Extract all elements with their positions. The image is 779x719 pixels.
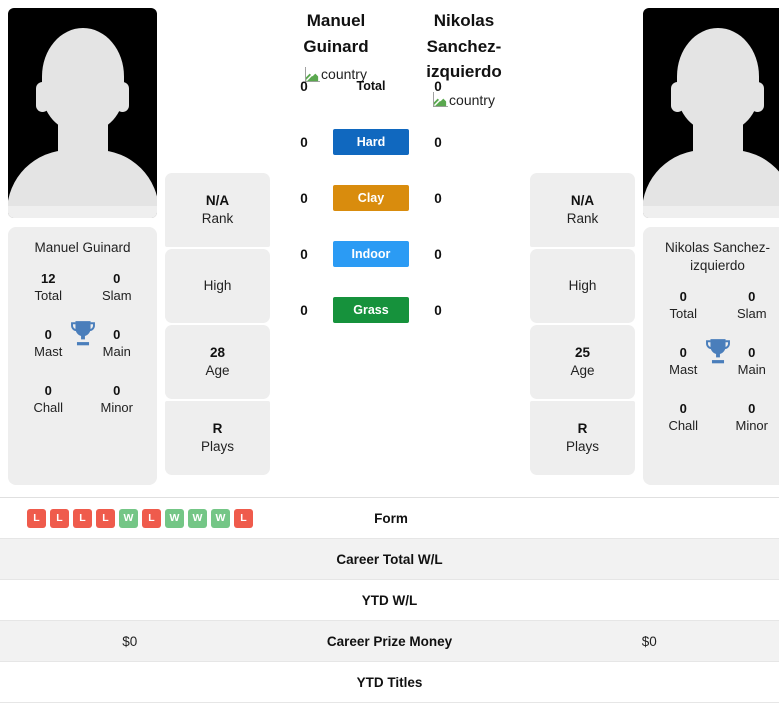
h2h-surface-label: Total	[333, 77, 409, 95]
left-player-card-name: Manuel Guinard	[34, 240, 131, 255]
stat-row-label: Career Prize Money	[326, 633, 453, 649]
h2h-left-count: 0	[300, 78, 308, 94]
right-info-rank: N/A Rank	[530, 173, 635, 247]
stat-minor: 0 Minor	[735, 401, 768, 433]
form-badge-loss: L	[27, 508, 46, 528]
right-player-photo-column: Nikolas Sanchez-izquierdo 0 Total 0 Slam…	[635, 8, 779, 485]
form-badge-win: W	[119, 508, 138, 528]
stat-chall: 0 Chall	[33, 382, 64, 415]
left-player-info-column: N/A Rank High 28 Age R Plays	[165, 8, 270, 475]
h2h-row-indoor: 0 Indoor 0	[296, 226, 446, 282]
left-info-age: 28 Age	[165, 325, 270, 399]
avatar-placeholder-icon	[8, 20, 157, 218]
left-player-photo	[8, 8, 157, 218]
stat-chall: 0 Chall	[668, 401, 699, 433]
right-info-age: 25 Age	[530, 325, 635, 399]
h2h-total-label: Total	[356, 79, 386, 93]
h2h-right-count: 0	[434, 246, 442, 262]
h2h-right-count: 0	[434, 302, 442, 318]
surface-badge-indoor: Indoor	[333, 241, 409, 267]
form-badge-loss: L	[50, 508, 69, 528]
head-to-head-rows: 0 Total 0 0 Hard 0 0 Clay 0 0 Indoor 0 0 Grass 0	[296, 58, 446, 338]
left-stat-value: $0	[122, 633, 138, 649]
surface-badge-grass: Grass	[333, 297, 409, 323]
stat-total: 12 Total	[34, 271, 62, 304]
trophy-icon	[705, 339, 730, 364]
h2h-left-count: 0	[300, 302, 308, 318]
form-badge-win: W	[211, 508, 230, 528]
stats-row: $0 Career Prize Money $0	[0, 621, 779, 662]
stats-row: YTD W/L	[0, 580, 779, 621]
h2h-surface-label: Clay	[333, 185, 409, 211]
left-info-plays: R Plays	[165, 401, 270, 475]
right-stat-value: $0	[641, 633, 657, 649]
stat-row-label: YTD Titles	[356, 674, 423, 690]
stats-comparison-table: LLLLWLWWWL Form Career Total W/L YTD W/L $…	[0, 497, 779, 703]
left-info-high: High	[165, 249, 270, 323]
form-badge-loss: L	[96, 508, 115, 528]
form-badge-win: W	[165, 508, 184, 528]
form-row: LLLLWLWWWL Form	[0, 498, 779, 539]
surface-badge-hard: Hard	[333, 129, 409, 155]
stat-row-label: Career Total W/L	[336, 551, 443, 567]
right-country-alt-text: country	[449, 91, 495, 108]
h2h-left-count: 0	[300, 134, 308, 150]
h2h-right-count: 0	[434, 134, 442, 150]
left-player-photo-column: Manuel Guinard 12 Total 0 Slam 0 Mast 0 …	[0, 8, 165, 485]
stats-rows-container: Career Total W/L YTD W/L $0 Career Prize Mo…	[0, 539, 779, 703]
h2h-right-count: 0	[434, 190, 442, 206]
right-player-info-column: N/A Rank High 25 Age R Plays	[530, 8, 635, 475]
form-row-label: Form	[374, 510, 408, 526]
right-info-high: High	[530, 249, 635, 323]
h2h-row-clay: 0 Clay 0	[296, 170, 446, 226]
h2h-surface-label: Indoor	[333, 241, 409, 267]
surface-badge-clay: Clay	[333, 185, 409, 211]
trophy-icon	[70, 321, 95, 346]
stats-row: YTD Titles	[0, 662, 779, 703]
h2h-left-count: 0	[300, 190, 308, 206]
stat-minor: 0 Minor	[100, 382, 133, 415]
h2h-left-count: 0	[300, 246, 308, 262]
stats-row: Career Total W/L	[0, 539, 779, 580]
stat-total: 0 Total	[669, 289, 697, 322]
h2h-right-count: 0	[434, 78, 442, 94]
stat-row-label: YTD W/L	[361, 592, 418, 608]
h2h-row-total: 0 Total 0	[296, 58, 446, 114]
h2h-row-hard: 0 Hard 0	[296, 114, 446, 170]
left-player-name: Manuel Guinard	[303, 11, 369, 56]
h2h-row-grass: 0 Grass 0	[296, 282, 446, 338]
h2h-surface-label: Hard	[333, 129, 409, 155]
left-player-titles-card: Manuel Guinard 12 Total 0 Slam 0 Mast 0 …	[8, 227, 157, 485]
left-form-badges: LLLLWLWWWL	[0, 508, 261, 528]
form-badge-win: W	[188, 508, 207, 528]
right-player-photo	[643, 8, 779, 218]
right-player-titles-card: Nikolas Sanchez-izquierdo 0 Total 0 Slam…	[643, 227, 779, 485]
right-player-card-name: Nikolas Sanchez-izquierdo	[664, 240, 771, 274]
h2h-surface-label: Grass	[333, 297, 409, 323]
left-info-rank: N/A Rank	[165, 173, 270, 247]
right-info-plays: R Plays	[530, 401, 635, 475]
avatar-placeholder-icon	[643, 20, 779, 218]
form-badge-loss: L	[73, 508, 92, 528]
left-player-titles-grid: 12 Total 0 Slam 0 Mast 0 Main 0 Chall 0 …	[14, 271, 151, 416]
player-comparison-page: Manuel Guinard 12 Total 0 Slam 0 Mast 0 …	[0, 0, 779, 719]
stat-slam: 0 Slam	[736, 289, 767, 322]
form-badge-loss: L	[234, 508, 253, 528]
stat-slam: 0 Slam	[101, 271, 132, 304]
right-player-titles-grid: 0 Total 0 Slam 0 Mast 0 Main 0 Chall 0 M…	[649, 289, 779, 434]
form-badge-loss: L	[142, 508, 161, 528]
